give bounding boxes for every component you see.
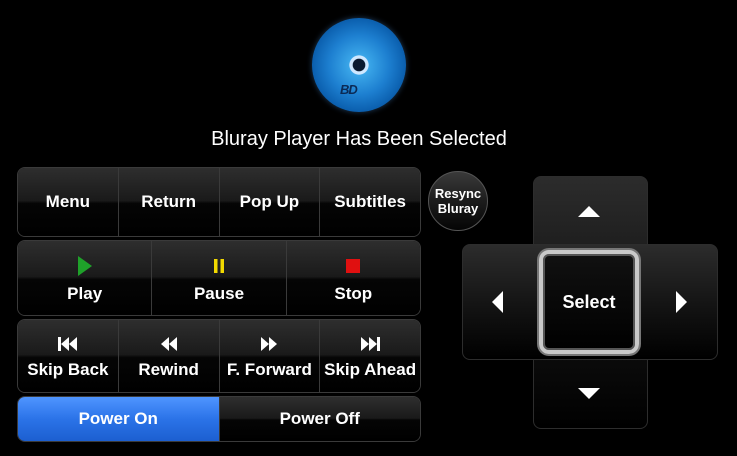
- power-on-button[interactable]: Power On: [18, 397, 220, 441]
- pause-icon: [213, 252, 225, 280]
- rewind-button[interactable]: Rewind: [118, 320, 220, 392]
- stop-label: Stop: [334, 284, 373, 303]
- skip-back-button[interactable]: Skip Back: [18, 320, 119, 392]
- skip-ahead-button[interactable]: Skip Ahead: [320, 320, 420, 392]
- play-label: Play: [67, 284, 103, 303]
- transport-button-row: Play Pause Stop: [17, 240, 421, 316]
- power-button-row: Power On Power Off: [17, 396, 421, 442]
- dpad-select-button[interactable]: Select: [539, 250, 639, 354]
- dpad-up-arrow-icon[interactable]: [578, 206, 600, 217]
- menu-button[interactable]: Menu: [18, 168, 119, 236]
- skip-ahead-icon: [359, 332, 381, 356]
- skip-back-label: Skip Back: [27, 360, 109, 379]
- power-off-button[interactable]: Power Off: [219, 397, 420, 441]
- bluray-disc-logo-icon: BD: [312, 18, 406, 112]
- fast-forward-button[interactable]: F. Forward: [219, 320, 321, 392]
- resync-label-line2: Bluray: [437, 201, 479, 216]
- dpad-left-arrow-icon[interactable]: [492, 291, 503, 313]
- rewind-label: Rewind: [138, 360, 199, 379]
- return-button[interactable]: Return: [118, 168, 220, 236]
- pause-label: Pause: [193, 284, 245, 303]
- subtitles-button[interactable]: Subtitles: [320, 168, 420, 236]
- skip-button-row: Skip Back Rewind F. Forward Skip Ahead: [17, 319, 421, 393]
- play-icon: [77, 252, 93, 280]
- navigation-button-row: Menu Return Pop Up Subtitles: [17, 167, 421, 237]
- resync-label-line1: Resync: [434, 186, 482, 201]
- play-button[interactable]: Play: [18, 241, 153, 315]
- bluray-logo-mark: BD: [340, 82, 358, 97]
- skip-ahead-label: Skip Ahead: [324, 360, 417, 379]
- pause-button[interactable]: Pause: [152, 241, 287, 315]
- dpad-down-arrow-icon[interactable]: [578, 388, 600, 399]
- rewind-icon: [160, 332, 178, 356]
- fast-forward-icon: [260, 332, 278, 356]
- status-message: Bluray Player Has Been Selected: [211, 128, 507, 150]
- skip-back-icon: [57, 332, 79, 356]
- dpad-right-arrow-icon[interactable]: [676, 291, 687, 313]
- stop-icon: [346, 252, 361, 280]
- pop-up-button[interactable]: Pop Up: [219, 168, 321, 236]
- fast-forward-label: F. Forward: [226, 360, 312, 379]
- resync-bluray-button[interactable]: Resync Bluray: [428, 171, 488, 231]
- stop-button[interactable]: Stop: [286, 241, 420, 315]
